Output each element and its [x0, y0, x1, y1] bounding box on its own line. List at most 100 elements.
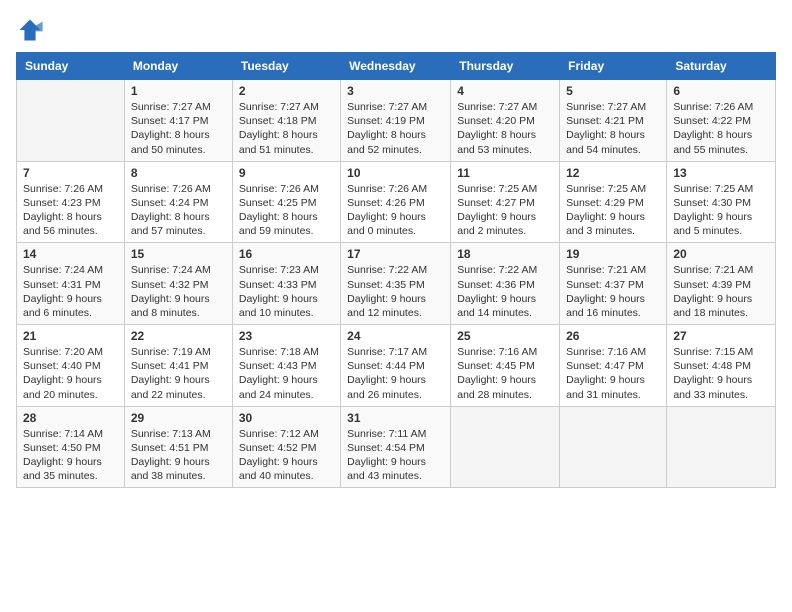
calendar-cell: 12 Sunrise: 7:25 AM Sunset: 4:29 PM Dayli…: [560, 161, 667, 243]
week-row-2: 14Sunrise: 7:24 AM Sunset: 4:31 PM Dayli…: [17, 243, 776, 325]
calendar-cell: 9Sunrise: 7:26 AM Sunset: 4:25 PM Daylig…: [232, 161, 340, 243]
day-info: Sunrise: 7:17 AM Sunset: 4:44 PM Dayligh…: [347, 345, 444, 402]
day-number: 16: [239, 247, 334, 261]
day-info: Sunrise: 7:27 AM Sunset: 4:18 PM Dayligh…: [239, 100, 334, 157]
header: [16, 16, 776, 44]
calendar-cell: 10Sunrise: 7:26 AM Sunset: 4:26 PM Dayli…: [341, 161, 451, 243]
calendar-cell: 7 Sunrise: 7:26 AM Sunset: 4:23 PM Daylig…: [17, 161, 125, 243]
week-row-3: 21 Sunrise: 7:20 AM Sunset: 4:40 PM Dayli…: [17, 325, 776, 407]
day-number: 17: [347, 247, 444, 261]
day-number: 5: [566, 84, 660, 98]
day-info: Sunrise: 7:13 AM Sunset: 4:51 PM Dayligh…: [131, 427, 226, 484]
day-info: Sunrise: 7:27 AM Sunset: 4:21 PM Dayligh…: [566, 100, 660, 157]
logo: [16, 16, 48, 44]
calendar-cell: 27Sunrise: 7:15 AM Sunset: 4:48 PM Dayli…: [667, 325, 776, 407]
day-number: 28: [23, 411, 118, 425]
day-info: Sunrise: 7:18 AM Sunset: 4:43 PM Dayligh…: [239, 345, 334, 402]
day-info: Sunrise: 7:25 AM Sunset: 4:29 PM Dayligh…: [566, 182, 660, 239]
day-number: 18: [457, 247, 553, 261]
calendar-cell: 24 Sunrise: 7:17 AM Sunset: 4:44 PM Dayli…: [341, 325, 451, 407]
weekday-header-monday: Monday: [124, 53, 232, 80]
weekday-header-wednesday: Wednesday: [341, 53, 451, 80]
calendar-cell: 23Sunrise: 7:18 AM Sunset: 4:43 PM Dayli…: [232, 325, 340, 407]
calendar-cell: 5 Sunrise: 7:27 AM Sunset: 4:21 PM Daylig…: [560, 80, 667, 162]
day-number: 26: [566, 329, 660, 343]
calendar-cell: 28 Sunrise: 7:14 AM Sunset: 4:50 PM Dayli…: [17, 406, 125, 488]
weekday-header-thursday: Thursday: [451, 53, 560, 80]
day-info: Sunrise: 7:26 AM Sunset: 4:23 PM Dayligh…: [23, 182, 118, 239]
day-number: 25: [457, 329, 553, 343]
day-number: 15: [131, 247, 226, 261]
day-number: 24: [347, 329, 444, 343]
day-info: Sunrise: 7:27 AM Sunset: 4:17 PM Dayligh…: [131, 100, 226, 157]
calendar-cell: 6Sunrise: 7:26 AM Sunset: 4:22 PM Daylig…: [667, 80, 776, 162]
day-info: Sunrise: 7:24 AM Sunset: 4:32 PM Dayligh…: [131, 263, 226, 320]
day-number: 20: [673, 247, 769, 261]
day-info: Sunrise: 7:24 AM Sunset: 4:31 PM Dayligh…: [23, 263, 118, 320]
day-number: 27: [673, 329, 769, 343]
calendar-cell: 2 Sunrise: 7:27 AM Sunset: 4:18 PM Daylig…: [232, 80, 340, 162]
weekday-header-row: SundayMondayTuesdayWednesdayThursdayFrid…: [17, 53, 776, 80]
calendar-cell: 15 Sunrise: 7:24 AM Sunset: 4:32 PM Dayli…: [124, 243, 232, 325]
day-number: 19: [566, 247, 660, 261]
calendar-cell: 30 Sunrise: 7:12 AM Sunset: 4:52 PM Dayli…: [232, 406, 340, 488]
day-number: 4: [457, 84, 553, 98]
day-number: 12: [566, 166, 660, 180]
calendar-cell: [560, 406, 667, 488]
day-number: 9: [239, 166, 334, 180]
calendar-cell: 13Sunrise: 7:25 AM Sunset: 4:30 PM Dayli…: [667, 161, 776, 243]
calendar-cell: 3 Sunrise: 7:27 AM Sunset: 4:19 PM Daylig…: [341, 80, 451, 162]
day-number: 10: [347, 166, 444, 180]
calendar-cell: 16 Sunrise: 7:23 AM Sunset: 4:33 PM Dayli…: [232, 243, 340, 325]
day-number: 11: [457, 166, 553, 180]
calendar-cell: 22 Sunrise: 7:19 AM Sunset: 4:41 PM Dayli…: [124, 325, 232, 407]
day-info: Sunrise: 7:14 AM Sunset: 4:50 PM Dayligh…: [23, 427, 118, 484]
weekday-header-sunday: Sunday: [17, 53, 125, 80]
calendar-cell: 31Sunrise: 7:11 AM Sunset: 4:54 PM Dayli…: [341, 406, 451, 488]
calendar-cell: 4 Sunrise: 7:27 AM Sunset: 4:20 PM Daylig…: [451, 80, 560, 162]
day-number: 21: [23, 329, 118, 343]
day-info: Sunrise: 7:26 AM Sunset: 4:24 PM Dayligh…: [131, 182, 226, 239]
calendar-cell: 17 Sunrise: 7:22 AM Sunset: 4:35 PM Dayli…: [341, 243, 451, 325]
calendar-cell: 20 Sunrise: 7:21 AM Sunset: 4:39 PM Dayli…: [667, 243, 776, 325]
day-info: Sunrise: 7:21 AM Sunset: 4:39 PM Dayligh…: [673, 263, 769, 320]
day-number: 13: [673, 166, 769, 180]
day-number: 8: [131, 166, 226, 180]
calendar-cell: 29 Sunrise: 7:13 AM Sunset: 4:51 PM Dayli…: [124, 406, 232, 488]
calendar-cell: 18Sunrise: 7:22 AM Sunset: 4:36 PM Dayli…: [451, 243, 560, 325]
day-info: Sunrise: 7:23 AM Sunset: 4:33 PM Dayligh…: [239, 263, 334, 320]
weekday-header-saturday: Saturday: [667, 53, 776, 80]
calendar-cell: 11 Sunrise: 7:25 AM Sunset: 4:27 PM Dayli…: [451, 161, 560, 243]
day-number: 30: [239, 411, 334, 425]
day-info: Sunrise: 7:16 AM Sunset: 4:45 PM Dayligh…: [457, 345, 553, 402]
logo-icon: [16, 16, 44, 44]
week-row-1: 7 Sunrise: 7:26 AM Sunset: 4:23 PM Daylig…: [17, 161, 776, 243]
day-info: Sunrise: 7:22 AM Sunset: 4:35 PM Dayligh…: [347, 263, 444, 320]
calendar-table: SundayMondayTuesdayWednesdayThursdayFrid…: [16, 52, 776, 488]
calendar-cell: 8 Sunrise: 7:26 AM Sunset: 4:24 PM Daylig…: [124, 161, 232, 243]
week-row-0: 1 Sunrise: 7:27 AM Sunset: 4:17 PM Daylig…: [17, 80, 776, 162]
calendar-cell: 14Sunrise: 7:24 AM Sunset: 4:31 PM Dayli…: [17, 243, 125, 325]
day-info: Sunrise: 7:12 AM Sunset: 4:52 PM Dayligh…: [239, 427, 334, 484]
day-info: Sunrise: 7:25 AM Sunset: 4:27 PM Dayligh…: [457, 182, 553, 239]
day-info: Sunrise: 7:11 AM Sunset: 4:54 PM Dayligh…: [347, 427, 444, 484]
calendar-cell: 25 Sunrise: 7:16 AM Sunset: 4:45 PM Dayli…: [451, 325, 560, 407]
day-number: 1: [131, 84, 226, 98]
day-info: Sunrise: 7:20 AM Sunset: 4:40 PM Dayligh…: [23, 345, 118, 402]
day-info: Sunrise: 7:19 AM Sunset: 4:41 PM Dayligh…: [131, 345, 226, 402]
day-number: 22: [131, 329, 226, 343]
day-number: 7: [23, 166, 118, 180]
day-number: 29: [131, 411, 226, 425]
calendar-cell: 26Sunrise: 7:16 AM Sunset: 4:47 PM Dayli…: [560, 325, 667, 407]
day-info: Sunrise: 7:27 AM Sunset: 4:20 PM Dayligh…: [457, 100, 553, 157]
day-number: 2: [239, 84, 334, 98]
calendar-cell: 19 Sunrise: 7:21 AM Sunset: 4:37 PM Dayli…: [560, 243, 667, 325]
day-info: Sunrise: 7:21 AM Sunset: 4:37 PM Dayligh…: [566, 263, 660, 320]
calendar-cell: [667, 406, 776, 488]
day-number: 3: [347, 84, 444, 98]
week-row-4: 28 Sunrise: 7:14 AM Sunset: 4:50 PM Dayli…: [17, 406, 776, 488]
calendar-cell: 1 Sunrise: 7:27 AM Sunset: 4:17 PM Daylig…: [124, 80, 232, 162]
calendar-cell: [17, 80, 125, 162]
day-info: Sunrise: 7:27 AM Sunset: 4:19 PM Dayligh…: [347, 100, 444, 157]
weekday-header-tuesday: Tuesday: [232, 53, 340, 80]
